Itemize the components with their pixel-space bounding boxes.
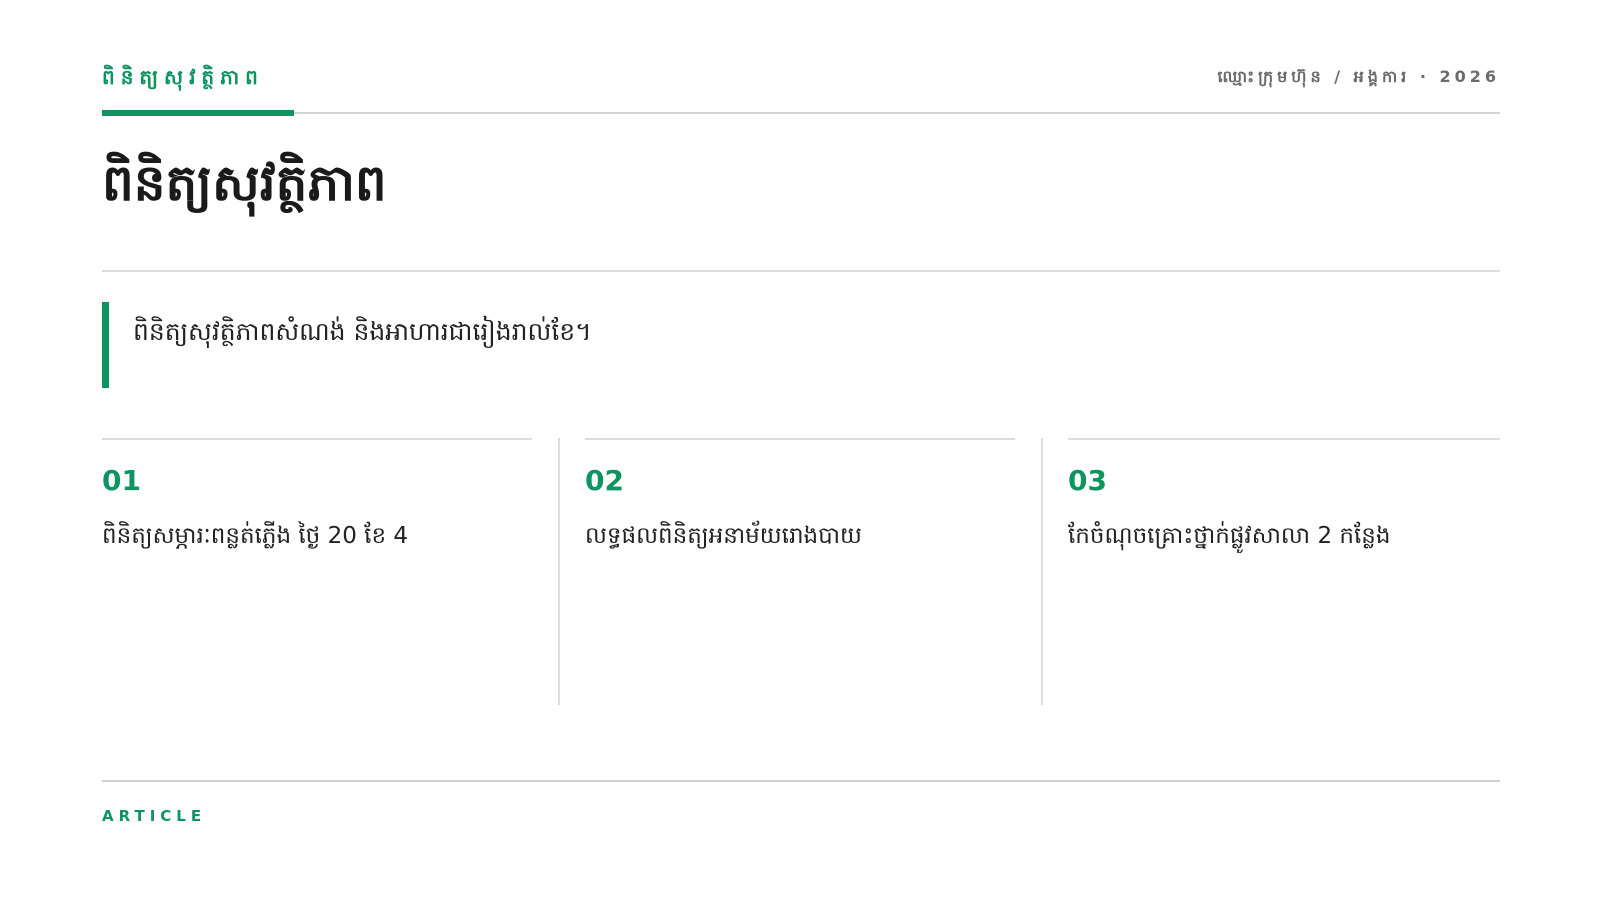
column-text: កែចំណុចគ្រោះថ្នាក់ផ្លូវសាលា 2 កន្លែង xyxy=(1068,523,1391,549)
lead-text: ពិនិត្យសុវត្ថិភាពសំណង់ និងអាហារជារៀងរាល់… xyxy=(133,317,592,346)
column-2: 02 លទ្ធផលពិនិត្យអនាម័យរោងបាយ xyxy=(585,438,1015,705)
organization-year-meta: ឈ្មោះក្រុមហ៊ុន / អង្គការ · 2026 xyxy=(1217,67,1500,86)
column-3: 03 កែចំណុចគ្រោះថ្នាក់ផ្លូវសាលា 2 កន្លែង xyxy=(1068,438,1500,705)
footer-label: ARTICLE xyxy=(102,807,207,825)
page-title: ពិនិត្យសុវត្ថិភាព xyxy=(102,154,387,212)
column-divider xyxy=(1041,438,1043,705)
header-accent-bar xyxy=(102,110,294,116)
column-text: លទ្ធផលពិនិត្យអនាម័យរោងបាយ xyxy=(585,523,862,549)
header-rule xyxy=(102,112,1500,114)
footer-rule xyxy=(102,780,1500,782)
column-1: 01 ពិនិត្យសម្ភារៈពន្លត់ភ្លើង ថ្ងៃ 20 ខែ … xyxy=(102,438,532,705)
column-text: ពិនិត្យសម្ភារៈពន្លត់ភ្លើង ថ្ងៃ 20 ខែ 4 xyxy=(102,523,409,549)
column-number: 03 xyxy=(1068,464,1107,497)
section-kicker: ពិនិត្យសុវត្ថិភាព xyxy=(102,65,264,89)
column-number: 01 xyxy=(102,464,141,497)
title-divider xyxy=(102,270,1500,272)
column-rule xyxy=(1068,438,1500,440)
column-rule xyxy=(585,438,1015,440)
column-rule xyxy=(102,438,532,440)
column-number: 02 xyxy=(585,464,624,497)
lead-quote: ពិនិត្យសុវត្ថិភាពសំណង់ និងអាហារជារៀងរាល់… xyxy=(102,302,592,388)
column-divider xyxy=(558,438,560,705)
